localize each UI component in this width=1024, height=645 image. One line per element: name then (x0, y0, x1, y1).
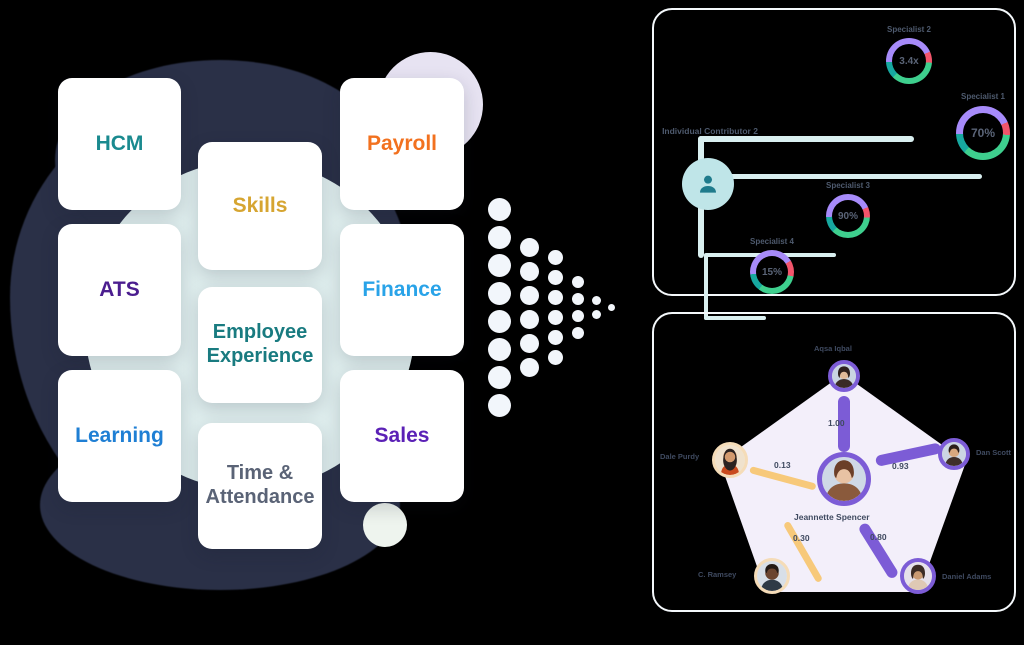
flow-dot (548, 349, 563, 365)
org-connector-to-specialist-1 (698, 174, 982, 179)
org-root-label-text: Individual Contributor 2 (662, 126, 758, 136)
flow-dot (488, 337, 511, 361)
flow-dot (608, 303, 615, 311)
avatar-photo-icon (715, 445, 745, 475)
product-suite-composition: HCM ATS Learning Skills Employee Experie… (0, 0, 640, 645)
specialist-1-value: 70% (970, 126, 996, 140)
specialist-2-donut: 3.4x (886, 38, 932, 84)
product-card-skills[interactable]: Skills (198, 142, 322, 270)
specialist-1-label: Specialist 1 (960, 92, 1006, 101)
edge-weight-bottom-right: 0.80 (870, 532, 887, 542)
flow-dot (520, 237, 539, 257)
product-card-hcm[interactable]: HCM (58, 78, 181, 210)
product-card-finance[interactable]: Finance (340, 224, 464, 356)
edge-weight-bottom-left: 0.30 (793, 533, 810, 543)
org-connector-down (704, 254, 708, 320)
flow-dot (488, 225, 511, 249)
network-label-jeannette-spencer: Jeannette Spencer (794, 512, 870, 522)
network-label-left: Dale Purdy (660, 452, 700, 461)
product-card-ats[interactable]: ATS (58, 224, 181, 356)
flow-dot (488, 393, 511, 417)
avatar-photo-icon (832, 364, 856, 388)
specialist-3-donut: 90% (826, 194, 870, 238)
product-card-learning[interactable]: Learning (58, 370, 181, 502)
flow-dot (520, 261, 539, 281)
specialist-2-label: Specialist 2 (886, 25, 932, 34)
flow-dot (520, 285, 539, 305)
network-node-jeannette-spencer[interactable] (817, 452, 871, 506)
edge-weight-right: 0.93 (892, 461, 909, 471)
network-label-bottom-right: Daniel Adams (942, 572, 992, 581)
product-card-employee-experience[interactable]: Employee Experience (198, 287, 322, 403)
avatar-photo-icon (904, 562, 932, 590)
flow-dot (488, 253, 511, 277)
flow-dot (572, 292, 584, 305)
flow-dot (572, 309, 584, 322)
flow-dot (548, 249, 563, 265)
flow-dot (548, 289, 563, 305)
network-graph-canvas: 1.00 0.93 0.13 0.30 0.80 Jeannette Spenc… (654, 314, 1014, 610)
dot-column (592, 295, 601, 319)
flow-dot (592, 295, 601, 305)
product-card-sales[interactable]: Sales (340, 370, 464, 502)
avatar-photo-icon (757, 561, 787, 591)
edge-weight-left: 0.13 (774, 460, 791, 470)
flow-dot (572, 326, 584, 339)
specialist-4-donut: 15% (750, 250, 794, 294)
flow-dot (548, 329, 563, 345)
specialist-3-value: 90% (837, 210, 858, 222)
flow-dot (520, 309, 539, 329)
org-root-node[interactable] (682, 158, 734, 210)
person-avatar-icon (699, 175, 717, 193)
avatar-photo-icon (822, 457, 866, 501)
dot-column (488, 197, 511, 417)
org-node-specialist-2[interactable]: Specialist 2 3.4x (886, 25, 932, 84)
org-chart-panel: Individual Contributor 2 Specialist 2 3.… (652, 8, 1016, 320)
network-label-right: Dan Scott (976, 448, 1012, 457)
dot-column (520, 237, 539, 377)
flow-dot (548, 269, 563, 285)
flow-dot (520, 357, 539, 377)
network-label-top: Aqsa Iqbal (814, 344, 852, 353)
infographic-canvas: HCM ATS Learning Skills Employee Experie… (0, 0, 1024, 645)
flow-dot (488, 281, 511, 305)
org-connector-to-specialist-2 (698, 136, 914, 142)
flow-dot (520, 333, 539, 353)
specialist-4-label: Specialist 4 (749, 237, 795, 246)
dot-column (608, 303, 615, 311)
flow-dot (488, 197, 511, 221)
specialist-1-donut: 70% (956, 106, 1010, 160)
flow-dot (488, 365, 511, 389)
org-node-specialist-1[interactable]: Specialist 1 70% (956, 92, 1010, 160)
specialist-2-value: 3.4x (899, 55, 919, 67)
network-node-right[interactable] (938, 438, 970, 470)
relationship-network-panel: 1.00 0.93 0.13 0.30 0.80 Jeannette Spenc… (652, 312, 1016, 612)
flow-dot (548, 309, 563, 325)
flow-dot (592, 309, 601, 319)
flow-dot (572, 275, 584, 288)
converging-dots-arrow-icon (488, 197, 638, 417)
product-card-payroll[interactable]: Payroll (340, 78, 464, 210)
specialist-4-value: 15% (761, 266, 782, 278)
flow-dot (488, 309, 511, 333)
specialist-3-label: Specialist 3 (825, 181, 871, 190)
dot-column (548, 249, 563, 365)
network-node-bottom-right[interactable] (900, 558, 936, 594)
product-card-time-attendance[interactable]: Time & Attendance (198, 423, 322, 549)
org-chart-canvas: Individual Contributor 2 Specialist 2 3.… (654, 10, 1014, 320)
org-node-specialist-4[interactable]: Specialist 4 15% (750, 237, 794, 294)
network-label-bottom-left: C. Ramsey (698, 570, 737, 579)
network-node-top[interactable] (828, 360, 860, 392)
org-root-label: Individual Contributor 2 (648, 126, 772, 137)
dot-column (572, 275, 584, 339)
org-node-specialist-3[interactable]: Specialist 3 90% (826, 181, 870, 238)
avatar-photo-icon (942, 442, 966, 466)
edge-weight-top: 1.00 (828, 418, 845, 428)
network-node-bottom-left[interactable] (754, 558, 790, 594)
white-accent-dot (363, 503, 407, 547)
network-node-left[interactable] (712, 442, 748, 478)
